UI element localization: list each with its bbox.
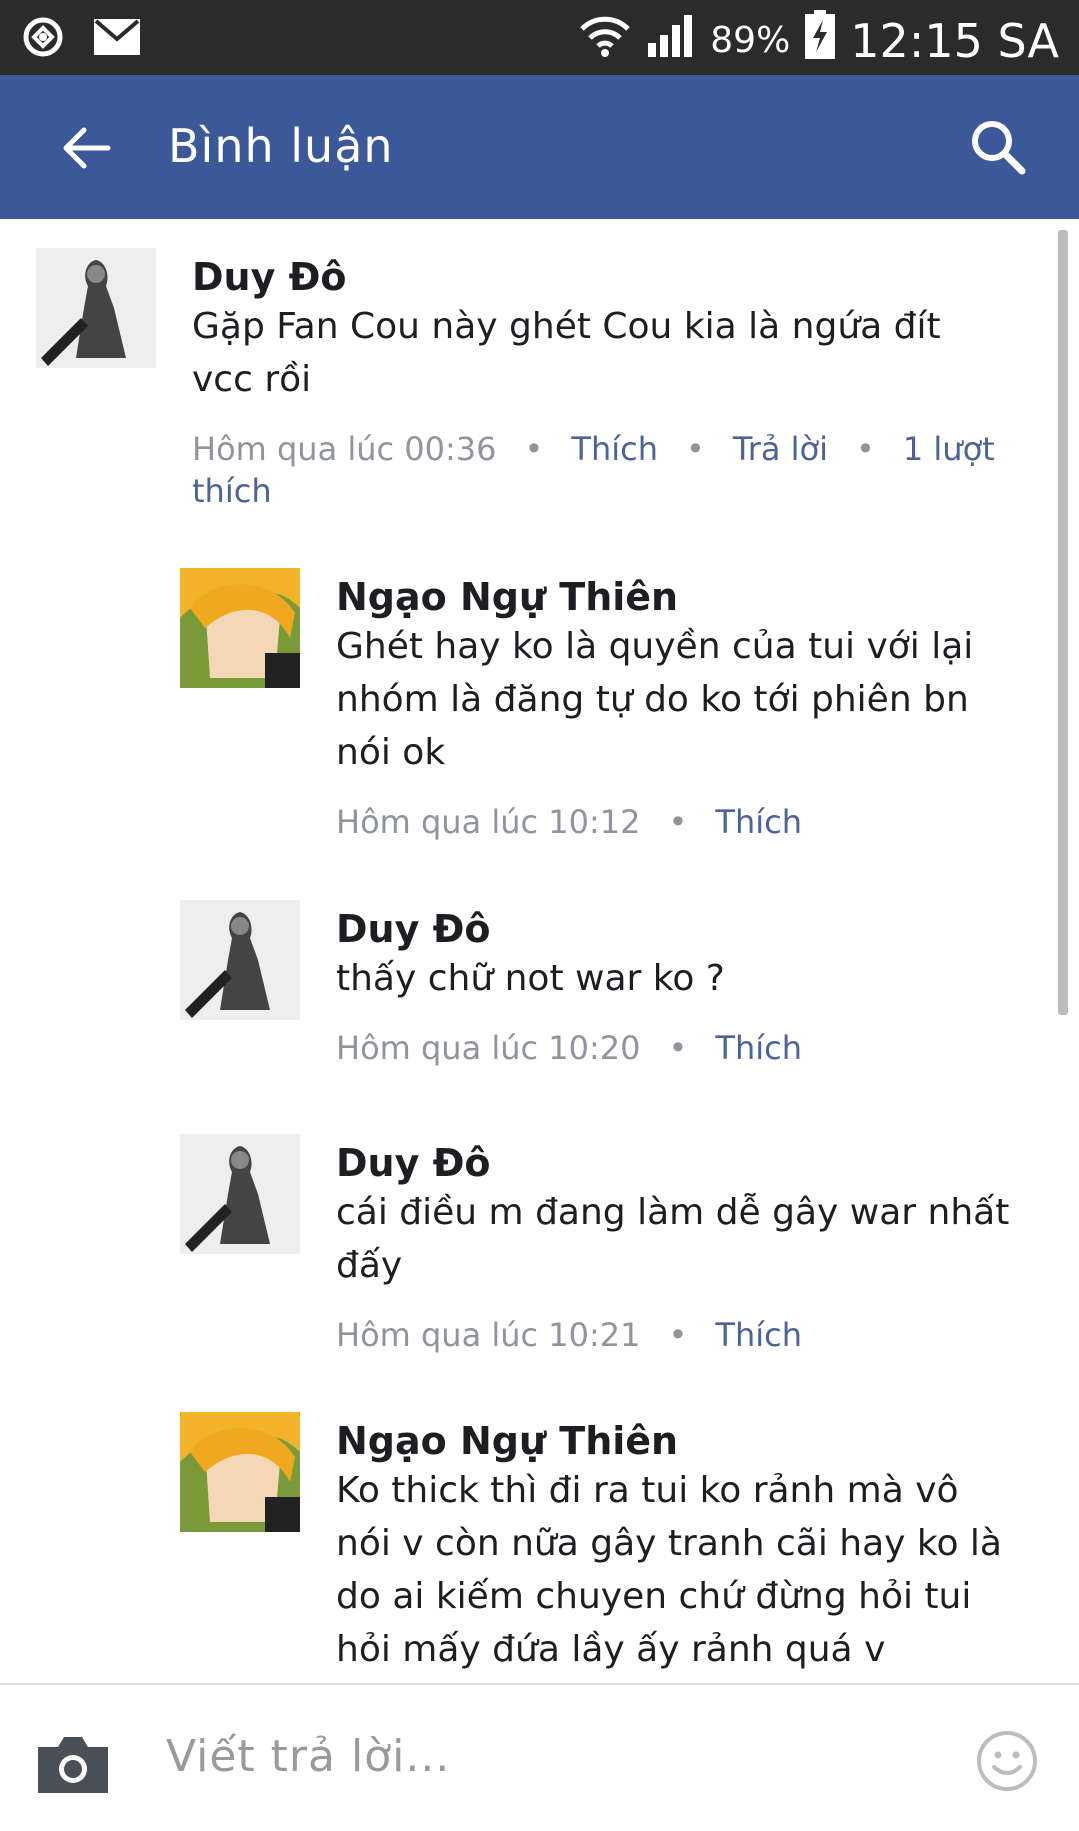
reply-input[interactable]: Viết trả lời... (166, 1731, 450, 1782)
separator-dot: • (668, 1029, 688, 1067)
comment-body: Ngạo Ngự Thiên Ghét hay ko là quyền của … (336, 568, 1016, 843)
avatar[interactable] (180, 1134, 300, 1254)
comment-author[interactable]: Duy Đô (336, 906, 1016, 952)
separator-dot: • (524, 430, 544, 468)
reply-comment: Ngạo Ngự Thiên Ko thick thì đi ra tui ko… (180, 1412, 1016, 1676)
comment-body: Duy Đô cái điều m đang làm dễ gây war nh… (336, 1134, 1016, 1356)
reply-link[interactable]: Trả lời (733, 430, 828, 468)
sync-icon (20, 14, 66, 64)
status-right: 89% 12:15 SA (578, 10, 1059, 71)
battery-percent: 89% (710, 20, 791, 61)
comment-time: Hôm qua lúc 00:36 (192, 430, 497, 468)
separator-dot: • (668, 803, 688, 841)
comment-author[interactable]: Duy Đô (336, 1140, 1016, 1186)
clock: 12:15 SA (850, 13, 1059, 68)
battery-charging-icon (804, 10, 836, 71)
arrow-left-icon[interactable] (58, 120, 114, 176)
signal-icon (646, 11, 696, 70)
comment-body: Duy Đô Gặp Fan Cou này ghét Cou kia là n… (192, 248, 1012, 512)
reply-comment: Duy Đô cái điều m đang làm dễ gây war nh… (180, 1134, 1016, 1356)
comment: Duy Đô Gặp Fan Cou này ghét Cou kia là n… (36, 248, 1012, 512)
reply-comment: Ngạo Ngự Thiên Ghét hay ko là quyền của … (180, 568, 1016, 843)
comment-body: Duy Đô thấy chữ not war ko ? Hôm qua lúc… (336, 900, 1016, 1069)
comment-text: Gặp Fan Cou này ghét Cou kia là ngứa đít… (192, 306, 941, 400)
app-bar: Bình luận (0, 75, 1079, 219)
comment-time: Hôm qua lúc 10:12 (336, 803, 641, 841)
reply-comment: Duy Đô thấy chữ not war ko ? Hôm qua lúc… (180, 900, 1016, 1069)
separator-dot: • (856, 430, 875, 468)
comment-text: cái điều m đang làm dễ gây war nhất đấy (336, 1192, 1010, 1286)
avatar[interactable] (180, 1412, 300, 1532)
comment-meta: Hôm qua lúc 10:21 • Thích (336, 1314, 1016, 1356)
comment-text: Ghét hay ko là quyền của tui với lại nhó… (336, 626, 974, 773)
camera-icon[interactable] (34, 1731, 112, 1797)
like-link[interactable]: Thích (715, 1029, 802, 1067)
separator-dot: • (668, 1316, 688, 1354)
reply-composer: Viết trả lời... (0, 1683, 1079, 1831)
smiley-icon[interactable] (975, 1729, 1039, 1793)
wifi-icon (578, 13, 632, 68)
search-icon[interactable] (968, 117, 1028, 177)
comment-meta: Hôm qua lúc 10:20 • Thích (336, 1027, 1016, 1069)
comment-author[interactable]: Ngạo Ngự Thiên (336, 574, 1016, 620)
comment-time: Hôm qua lúc 10:21 (336, 1316, 641, 1354)
status-bar: 89% 12:15 SA (0, 0, 1079, 75)
avatar[interactable] (36, 248, 156, 368)
status-left-icons (20, 14, 142, 64)
separator-dot: • (685, 430, 705, 468)
like-link[interactable]: Thích (571, 430, 658, 468)
comment-meta: Hôm qua lúc 10:12 • Thích (336, 801, 1016, 843)
comment-text: thấy chữ not war ko ? (336, 958, 725, 999)
avatar[interactable] (180, 568, 300, 688)
comment-body: Ngạo Ngự Thiên Ko thick thì đi ra tui ko… (336, 1412, 1016, 1676)
scrollbar[interactable] (1058, 230, 1068, 1015)
page-title: Bình luận (168, 119, 394, 173)
comment-text: Ko thick thì đi ra tui ko rảnh mà vô nói… (336, 1470, 1002, 1670)
like-link[interactable]: Thích (715, 803, 802, 841)
mail-icon (92, 17, 142, 61)
like-link[interactable]: Thích (715, 1316, 802, 1354)
avatar[interactable] (180, 900, 300, 1020)
comment-author[interactable]: Ngạo Ngự Thiên (336, 1418, 1016, 1464)
comment-author[interactable]: Duy Đô (192, 254, 1012, 300)
comment-time: Hôm qua lúc 10:20 (336, 1029, 641, 1067)
comment-meta: Hôm qua lúc 00:36 • Thích • Trả lời • 1 lượt t… (192, 428, 1012, 512)
